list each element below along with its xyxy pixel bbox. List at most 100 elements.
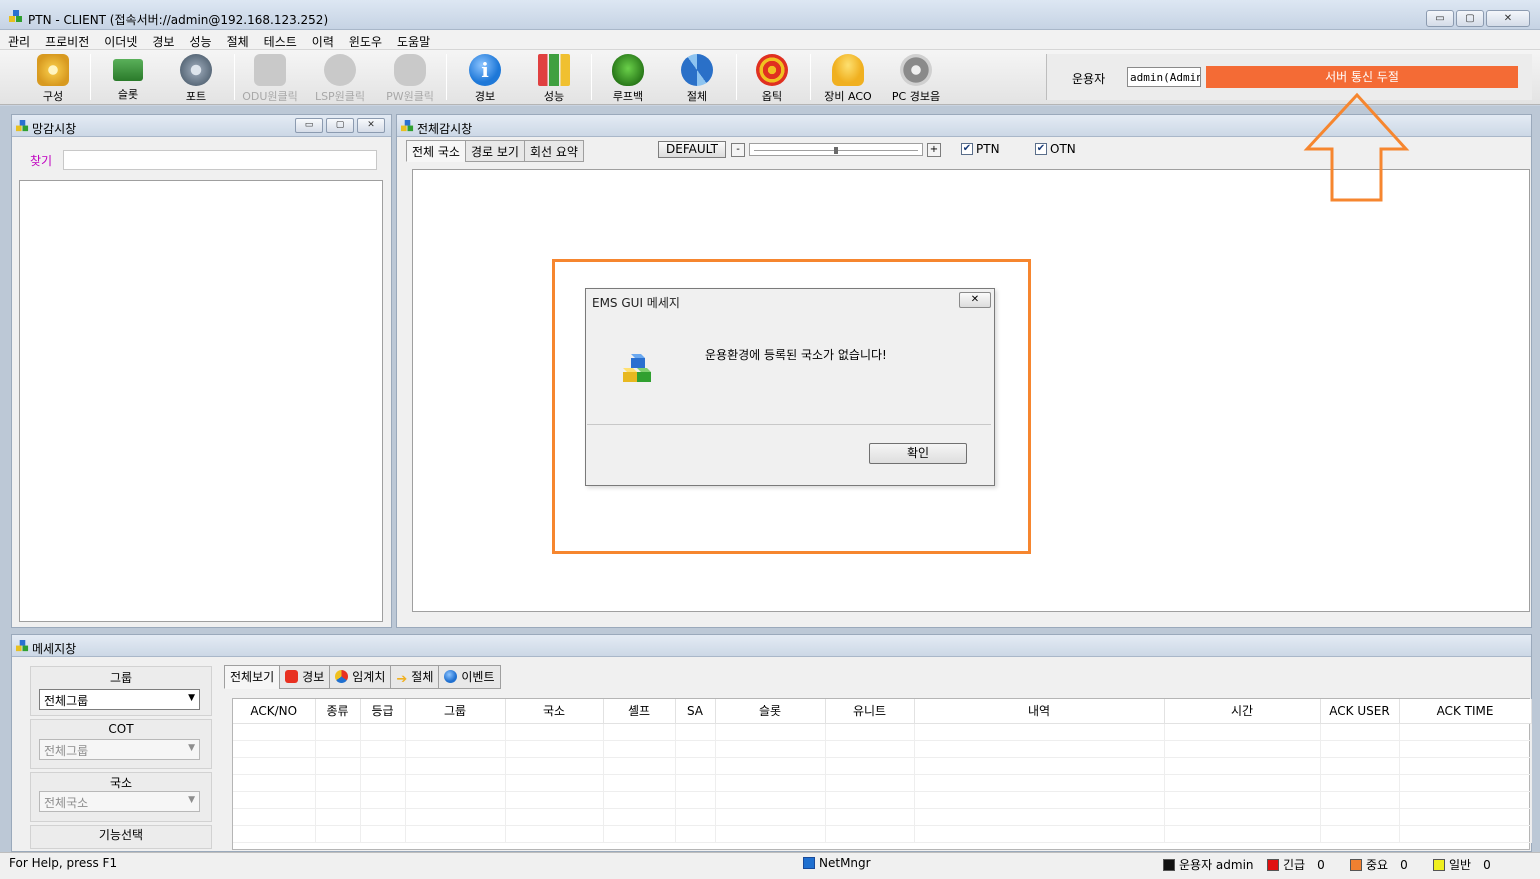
- otn-checkbox[interactable]: ✔ OTN: [1035, 142, 1076, 156]
- status-urgent: 긴급 0: [1267, 856, 1325, 873]
- ptn-checkbox[interactable]: ✔ PTN: [961, 142, 1000, 156]
- info-alarm-icon: i: [469, 54, 501, 86]
- status-operator: 운용자 admin: [1163, 856, 1254, 873]
- window-cube-icon: [401, 120, 414, 132]
- toolbar-loopback-button[interactable]: 루프백: [594, 52, 662, 103]
- operator-icon: [1163, 858, 1175, 871]
- message-window-title: 메세지창: [32, 642, 77, 656]
- zoom-plus-button[interactable]: +: [927, 143, 941, 157]
- col-group[interactable]: 그룹: [405, 699, 506, 724]
- toolbar-slot-button[interactable]: 슬롯: [94, 52, 162, 102]
- config-gear-icon: [37, 54, 69, 86]
- col-time[interactable]: 시간: [1164, 699, 1321, 724]
- menu-manage[interactable]: 관리: [0, 30, 37, 49]
- toolbar-loopback-label: 루프백: [612, 90, 644, 103]
- toolbar-config-button[interactable]: 구성: [19, 52, 87, 103]
- search-input[interactable]: [63, 150, 377, 170]
- toolbar-odu-oneclick-button[interactable]: ODU원클릭: [236, 52, 304, 103]
- status-netmngr: NetMngr: [803, 856, 871, 870]
- annotation-up-arrow-icon: [1303, 92, 1410, 202]
- cot-select[interactable]: 전체그룹 ▼: [39, 739, 200, 760]
- menu-provision[interactable]: 프로비전: [37, 30, 96, 49]
- col-slot[interactable]: 슬롯: [715, 699, 826, 724]
- normal-square-icon: [1433, 858, 1445, 871]
- toolbar-lsp-oneclick-button[interactable]: LSP원클릭: [306, 52, 374, 103]
- net-monitor-maximize-button[interactable]: ▢: [326, 118, 354, 133]
- tab-alarm[interactable]: 경보: [279, 665, 331, 689]
- minimize-button[interactable]: ▭: [1426, 10, 1454, 27]
- net-monitor-title: 망감시창: [32, 122, 77, 136]
- toolbar-pc-alarm-sound-button[interactable]: PC 경보음: [882, 52, 950, 103]
- menu-alarm[interactable]: 경보: [144, 30, 181, 49]
- col-ack-no[interactable]: ACK/NO: [233, 699, 316, 724]
- switchover-arrows-icon: [681, 54, 713, 86]
- status-normal: 일반 0: [1433, 856, 1491, 873]
- col-sa[interactable]: SA: [675, 699, 716, 724]
- col-details[interactable]: 내역: [914, 699, 1165, 724]
- tab-circuit-summary[interactable]: 회선 요약: [523, 140, 584, 162]
- maximize-button[interactable]: ▢: [1456, 10, 1484, 27]
- status-major-count: 0: [1400, 857, 1408, 872]
- net-monitor-close-button[interactable]: ✕: [357, 118, 385, 133]
- group-select[interactable]: 전체그룹 ▼: [39, 689, 200, 710]
- col-unit[interactable]: 유니트: [825, 699, 915, 724]
- toolbar-alarm-button[interactable]: i 경보: [451, 52, 519, 103]
- toolbar-aco-button[interactable]: 장비 ACO: [814, 52, 882, 103]
- menu-switchover[interactable]: 절체: [219, 30, 256, 49]
- tab-all-stations[interactable]: 전체 국소: [406, 140, 466, 162]
- window-title: PTN - CLIENT (접속서버://admin@192.168.123.2…: [28, 13, 329, 27]
- slot-card-icon: [113, 59, 143, 81]
- table-row: [233, 723, 1532, 741]
- zoom-minus-button[interactable]: -: [731, 143, 745, 157]
- zoom-slider-thumb[interactable]: [834, 147, 838, 154]
- close-button[interactable]: ✕: [1486, 10, 1530, 27]
- toolbar-switchover-button[interactable]: 절체: [663, 52, 731, 103]
- menu-window[interactable]: 윈도우: [341, 30, 389, 49]
- toolbar-aco-label: 장비 ACO: [824, 90, 872, 103]
- status-normal-label: 일반: [1449, 858, 1472, 872]
- col-shelf[interactable]: 셸프: [603, 699, 676, 724]
- menu-bar: 관리 프로비전 이더넷 경보 성능 절체 테스트 이력 윈도우 도움말: [0, 30, 1540, 50]
- col-type[interactable]: 종류: [315, 699, 361, 724]
- status-operator-label: 운용자 admin: [1179, 858, 1254, 872]
- col-grade[interactable]: 등급: [360, 699, 406, 724]
- message-tabs: 전체보기 경보 임계치 ➔ 절체 이벤트: [224, 665, 501, 689]
- station-select[interactable]: 전체국소 ▼: [39, 791, 200, 812]
- toolbar-port-label: 포트: [185, 90, 207, 103]
- tab-route-view[interactable]: 경로 보기: [464, 140, 525, 162]
- performance-chart-icon: [538, 54, 570, 86]
- toolbar-alarm-label: 경보: [474, 90, 496, 103]
- tab-switchover[interactable]: ➔ 절체: [390, 665, 440, 689]
- annotation-highlight-box: [552, 259, 1031, 554]
- toolbar-performance-button[interactable]: 성능: [520, 52, 588, 103]
- message-table[interactable]: ACK/NO 종류 등급 그룹 국소 셸프 SA 슬롯 유니트 내역 시간 AC…: [232, 698, 1532, 850]
- menu-ethernet[interactable]: 이더넷: [96, 30, 144, 49]
- tab-threshold[interactable]: 임계치: [329, 665, 392, 689]
- toolbar-pw-oneclick-button[interactable]: PW원클릭: [376, 52, 444, 103]
- optic-target-icon: [756, 54, 788, 86]
- menu-test[interactable]: 테스트: [256, 30, 304, 49]
- pw-oneclick-icon: [394, 54, 426, 86]
- table-row: [233, 825, 1532, 843]
- zoom-slider[interactable]: [749, 143, 923, 156]
- toolbar-optic-button[interactable]: 옵틱: [738, 52, 806, 103]
- server-status-banner: 서버 통신 두절: [1206, 66, 1518, 88]
- cot-label: COT: [108, 722, 134, 736]
- operator-label: 운용자: [1072, 72, 1106, 86]
- tab-event[interactable]: 이벤트: [438, 665, 501, 689]
- menu-help[interactable]: 도움말: [389, 30, 437, 49]
- menu-history[interactable]: 이력: [304, 30, 341, 49]
- col-ack-user[interactable]: ACK USER: [1320, 699, 1400, 724]
- default-button[interactable]: DEFAULT: [658, 141, 726, 158]
- toolbar-port-button[interactable]: 포트: [162, 52, 230, 103]
- col-ack-time[interactable]: ACK TIME: [1399, 699, 1532, 724]
- col-station[interactable]: 국소: [505, 699, 604, 724]
- tab-all-messages[interactable]: 전체보기: [224, 665, 281, 689]
- network-tree[interactable]: [19, 180, 383, 622]
- menu-performance[interactable]: 성능: [181, 30, 218, 49]
- threshold-pie-icon: [335, 670, 349, 683]
- status-netmngr-label: NetMngr: [819, 856, 871, 870]
- main-monitor-title: 전체감시창: [417, 122, 473, 136]
- net-monitor-minimize-button[interactable]: ▭: [295, 118, 323, 133]
- table-row: [233, 757, 1532, 775]
